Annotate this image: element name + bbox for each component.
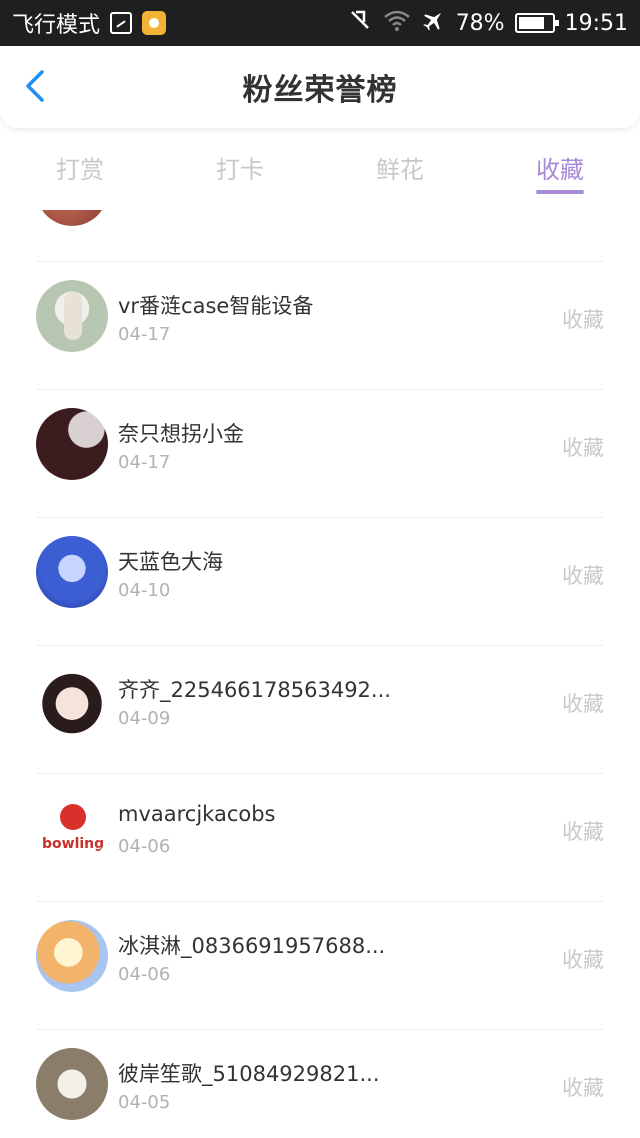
date-label: 04-05 [118, 1092, 171, 1113]
image-icon [110, 12, 133, 34]
tab-checkin[interactable]: 打卡 [160, 130, 320, 210]
favorite-label: 收藏 [562, 1076, 604, 1100]
avatar-logo-text: bowling [42, 836, 105, 852]
avatar[interactable] [36, 536, 108, 608]
favorite-label: 收藏 [562, 948, 604, 972]
status-bar: 飞行模式 78% 19:51 [0, 0, 640, 46]
list-item[interactable]: 天蓝色大海 04-10 收藏 [36, 518, 604, 646]
fan-list[interactable]: vr番涟case智能设备 04-17 收藏 奈只想拐小金 04-17 收藏 天蓝… [0, 210, 640, 1138]
list-item[interactable]: vr番涟case智能设备 04-17 收藏 [36, 262, 604, 390]
list-item[interactable]: 冰淇淋_0836691957688... 04-06 收藏 [36, 902, 604, 1030]
active-tab-indicator [536, 190, 584, 194]
tab-favorites[interactable]: 收藏 [480, 130, 640, 210]
avatar [36, 210, 108, 226]
wifi-icon [382, 8, 412, 38]
user-name: vr番涟case智能设备 [118, 294, 314, 318]
list-item[interactable]: 奈只想拐小金 04-17 收藏 [36, 390, 604, 518]
list-item[interactable]: 彼岸笙歌_51084929821... 04-05 收藏 [36, 1030, 604, 1138]
avatar[interactable]: bowling [36, 792, 108, 864]
list-item[interactable]: bowling mvaarcjkacobs 04-06 收藏 [36, 774, 604, 902]
mute-icon [348, 8, 372, 38]
page-title: 粉丝荣誉榜 [242, 73, 398, 108]
user-name: 天蓝色大海 [118, 550, 223, 574]
tab-label: 打卡 [216, 156, 264, 184]
date-label: 04-17 [118, 324, 171, 345]
favorite-label: 收藏 [562, 820, 604, 844]
tab-reward[interactable]: 打赏 [0, 130, 160, 210]
app-notification-icon [142, 11, 167, 35]
date-label: 04-06 [118, 964, 171, 985]
favorite-label: 收藏 [562, 308, 604, 332]
header-bar: 粉丝荣誉榜 [0, 46, 640, 128]
chevron-left-icon [20, 70, 52, 108]
airplane-mode-text: 飞行模式 [12, 13, 101, 38]
list-item-partial [36, 210, 604, 262]
tab-flowers[interactable]: 鲜花 [320, 130, 480, 210]
battery-percent: 78% [455, 10, 505, 36]
date-label: 04-09 [118, 708, 171, 729]
date-label: 04-06 [118, 836, 171, 857]
avatar[interactable] [36, 280, 108, 352]
airplane-icon [422, 8, 446, 38]
tab-bar: 打赏 打卡 鲜花 收藏 [0, 130, 640, 210]
tab-label: 鲜花 [376, 156, 424, 184]
user-name: 齐齐_225466178563492... [118, 678, 391, 702]
avatar[interactable] [36, 664, 108, 736]
user-name: mvaarcjkacobs [118, 802, 276, 826]
status-left: 飞行模式 [12, 7, 167, 39]
battery-icon [514, 13, 559, 33]
back-button[interactable] [20, 68, 52, 104]
user-name: 彼岸笙歌_51084929821... [118, 1062, 380, 1086]
date-label: 04-17 [118, 452, 171, 473]
favorite-label: 收藏 [562, 564, 604, 588]
tab-label: 收藏 [536, 156, 584, 184]
status-right: 78% 19:51 [348, 8, 628, 38]
favorite-label: 收藏 [562, 436, 604, 460]
bowling-ball-icon [60, 804, 86, 830]
user-name: 奈只想拐小金 [118, 422, 244, 446]
date-label: 04-10 [118, 580, 171, 601]
avatar[interactable] [36, 1048, 108, 1120]
tab-label: 打赏 [56, 156, 104, 184]
clock-time: 19:51 [564, 10, 628, 36]
list-item[interactable]: 齐齐_225466178563492... 04-09 收藏 [36, 646, 604, 774]
user-name: 冰淇淋_0836691957688... [118, 934, 386, 958]
favorite-label: 收藏 [562, 692, 604, 716]
avatar[interactable] [36, 408, 108, 480]
avatar[interactable] [36, 920, 108, 992]
